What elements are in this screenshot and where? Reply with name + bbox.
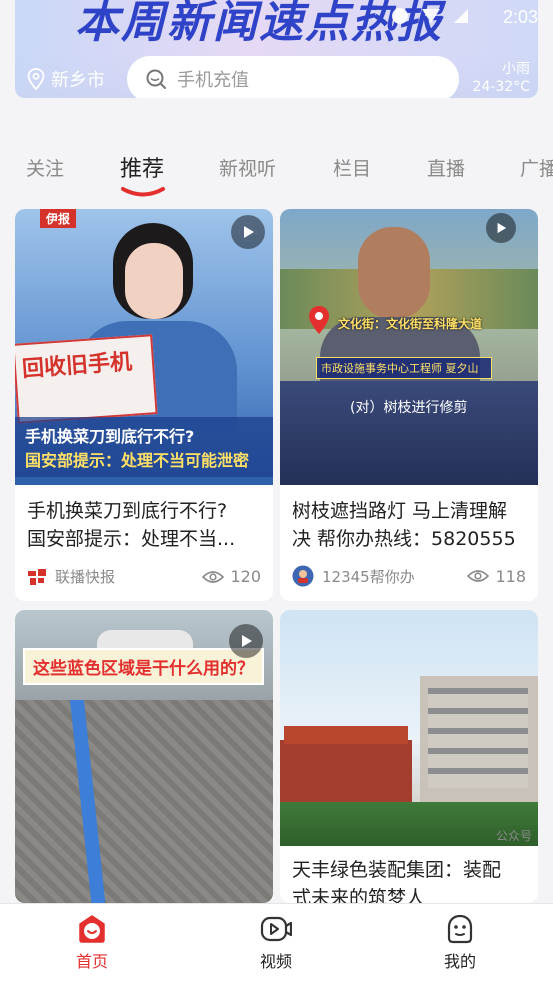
location-marker-icon	[308, 305, 330, 335]
card-thumbnail: 这些蓝色区域是干什么用的？	[15, 610, 273, 903]
overlay-org: 市政设施事务中心工程师 夏夕山	[316, 357, 492, 379]
status-time: 2:03	[502, 7, 538, 27]
tab-new-av[interactable]: 新视听	[219, 154, 276, 181]
play-icon[interactable]	[231, 215, 265, 249]
play-icon[interactable]	[229, 624, 263, 658]
tab-live[interactable]: 直播	[427, 154, 465, 181]
home-icon	[79, 915, 105, 943]
card-badge: 伊报	[40, 209, 77, 228]
location-selector[interactable]: 新乡市	[27, 66, 105, 92]
search-bar[interactable]: 手机充值	[127, 56, 459, 98]
active-tab-indicator	[121, 187, 165, 197]
location-label: 新乡市	[51, 70, 105, 91]
card-thumbnail: 公众号	[280, 610, 538, 846]
tab-columns[interactable]: 栏目	[333, 154, 371, 181]
weather-widget[interactable]: 小雨 24-32°C	[473, 60, 530, 96]
video-caption: 手机换菜刀到底行不行? 国安部提示：处理不当可能泄密	[15, 417, 273, 477]
tab-follow[interactable]: 关注	[26, 154, 64, 181]
eye-icon	[467, 570, 490, 582]
paved-ground	[15, 700, 273, 903]
signal-icon	[454, 9, 468, 23]
app-screen: 本周新闻速点热报 2:03 新乡市 手机充值 小雨 24-32°C 关注 推荐 …	[0, 0, 553, 983]
nav-video[interactable]: 视频	[236, 914, 316, 972]
search-placeholder: 手机充值	[177, 70, 249, 91]
banner-title: 本周新闻速点热报	[75, 0, 443, 48]
card-meta: 联播快报 120	[27, 566, 261, 587]
card-title: 树枝遮挡路灯 马上清理解 决 帮你办热线：5820555	[292, 500, 516, 550]
header-banner[interactable]: 本周新闻速点热报 2:03 新乡市 手机充值 小雨 24-32°C	[15, 0, 538, 98]
card-source: 联播快报	[55, 568, 116, 586]
eye-icon	[202, 570, 225, 583]
news-card[interactable]: 文化街：文化街至科隆大道 市政设施事务中心工程师 夏夕山 (对）树枝进行修剪 树…	[280, 209, 538, 601]
card-thumbnail: 文化街：文化街至科隆大道 市政设施事务中心工程师 夏夕山 (对）树枝进行修剪	[280, 209, 538, 485]
weather-temp: 24-32°C	[472, 79, 530, 95]
wifi-icon	[422, 9, 440, 23]
watermark: 公众号	[495, 829, 532, 843]
news-card[interactable]: 公众号 天丰绿色装配集团：装配 式未来的筑梦人	[280, 610, 538, 903]
tab-radio[interactable]: 广播	[520, 154, 553, 181]
person-face	[358, 227, 430, 319]
card-source: 12345帮你办	[322, 567, 415, 586]
building-right	[420, 676, 538, 806]
card-title: 天丰绿色装配集团：装配 式未来的筑梦人	[292, 859, 502, 903]
play-icon[interactable]	[486, 213, 516, 243]
weather-condition: 小雨	[502, 61, 530, 77]
location-pin-icon	[27, 68, 45, 90]
nav-profile[interactable]: 我的	[420, 914, 500, 972]
tab-recommend[interactable]: 推荐	[120, 151, 164, 183]
search-icon	[146, 69, 166, 89]
card-title: 手机换菜刀到底行不行? 国安部提示：处理不当...	[27, 500, 236, 550]
news-card[interactable]: 这些蓝色区域是干什么用的？	[15, 610, 273, 903]
news-card[interactable]: 伊报 回收旧手机 手机换菜刀到底行不行? 国安部提示：处理不当可能泄密 手机换菜…	[15, 209, 273, 601]
overlay-banner: 这些蓝色区域是干什么用的？	[23, 648, 264, 685]
card-meta: 12345帮你办 118	[292, 565, 526, 587]
bottom-nav: 首页 视频 我的	[0, 903, 553, 983]
status-icons	[392, 8, 468, 24]
overlay-location: 文化街：文化街至科隆大道	[338, 317, 483, 331]
video-icon	[260, 916, 292, 942]
nav-home[interactable]: 首页	[52, 914, 132, 972]
source-logo-icon	[28, 568, 46, 585]
anchor-face	[125, 243, 183, 319]
notification-dot-icon	[392, 8, 408, 24]
gate-building	[280, 726, 412, 802]
view-count: 120	[202, 567, 261, 586]
overlay-caption: (对）树枝进行修剪	[350, 400, 468, 416]
card-thumbnail: 伊报 回收旧手机 手机换菜刀到底行不行? 国安部提示：处理不当可能泄密	[15, 209, 273, 485]
view-count: 118	[467, 567, 526, 586]
recycle-sign: 回收旧手机	[15, 334, 158, 424]
source-avatar-icon	[292, 565, 314, 587]
profile-icon	[447, 914, 473, 944]
category-tabs: 关注 推荐 新视听 栏目 直播 广播	[0, 126, 553, 206]
